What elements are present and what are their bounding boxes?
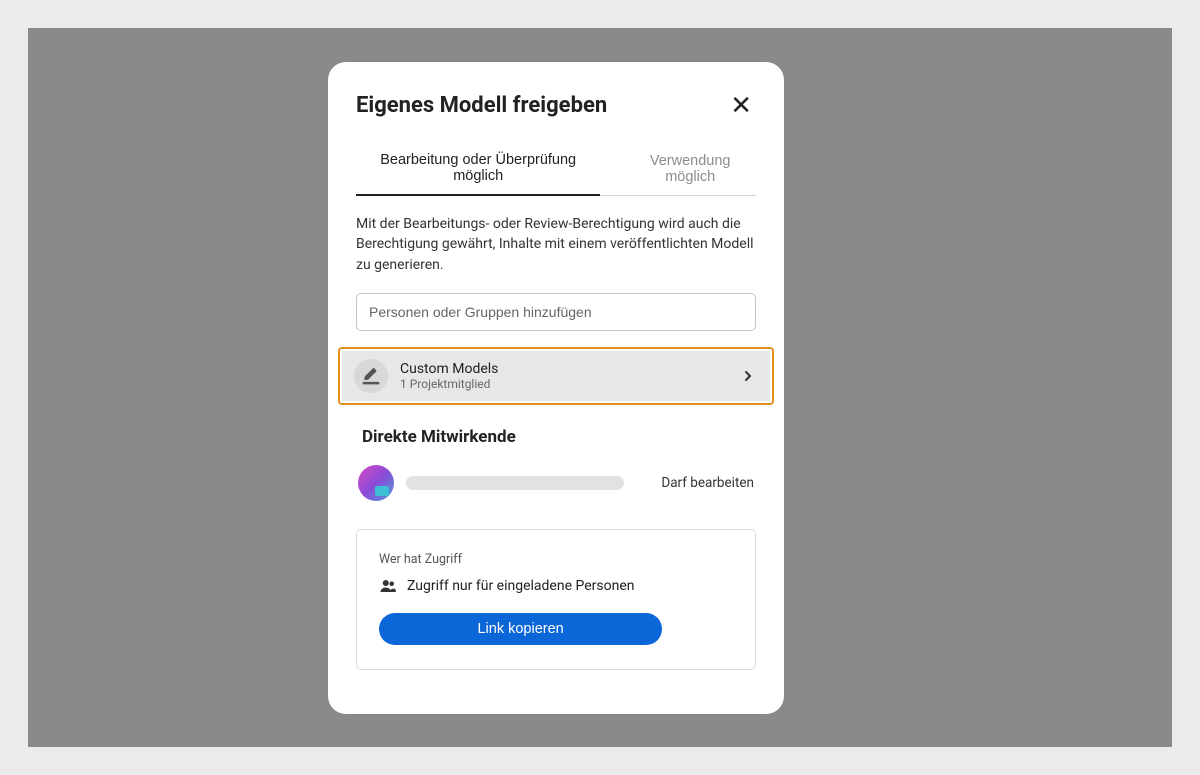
- direct-contributors-heading: Direkte Mitwirkende: [362, 427, 756, 447]
- group-icon: [354, 359, 388, 393]
- participant-row: Darf bearbeiten: [356, 465, 756, 501]
- add-people-input[interactable]: [356, 293, 756, 331]
- group-subtitle: 1 Projektmitglied: [400, 377, 740, 391]
- participant-name-placeholder: [406, 476, 624, 490]
- invited-people-icon: [379, 577, 397, 595]
- access-title: Wer hat Zugriff: [379, 552, 733, 567]
- avatar: [358, 465, 394, 501]
- chevron-right-icon: [740, 368, 756, 384]
- permission-label: Darf bearbeiten: [661, 475, 754, 491]
- access-line: Zugriff nur für eingeladene Personen: [379, 577, 733, 595]
- dialog-title: Eigenes Modell freigeben: [356, 93, 607, 118]
- dialog-header: Eigenes Modell freigeben ✕: [356, 92, 756, 118]
- close-icon: ✕: [730, 90, 752, 120]
- tab-use[interactable]: Verwendung möglich: [624, 152, 756, 195]
- description-text: Mit der Bearbeitungs- oder Review-Berech…: [356, 214, 756, 275]
- close-button[interactable]: ✕: [726, 92, 756, 118]
- group-text-block: Custom Models 1 Projektmitglied: [400, 361, 740, 391]
- tab-edit-review[interactable]: Bearbeitung oder Überprüfung möglich: [356, 152, 600, 196]
- access-box: Wer hat Zugriff Zugriff nur für eingelad…: [356, 529, 756, 670]
- group-name: Custom Models: [400, 361, 740, 377]
- edit-model-icon: [361, 366, 381, 386]
- access-text: Zugriff nur für eingeladene Personen: [407, 578, 634, 594]
- tab-bar: Bearbeitung oder Überprüfung möglich Ver…: [356, 152, 756, 196]
- group-row[interactable]: Custom Models 1 Projektmitglied: [342, 351, 770, 401]
- share-dialog: Eigenes Modell freigeben ✕ Bearbeitung o…: [328, 62, 784, 714]
- copy-link-button[interactable]: Link kopieren: [379, 613, 662, 645]
- group-row-highlight: Custom Models 1 Projektmitglied: [338, 347, 774, 405]
